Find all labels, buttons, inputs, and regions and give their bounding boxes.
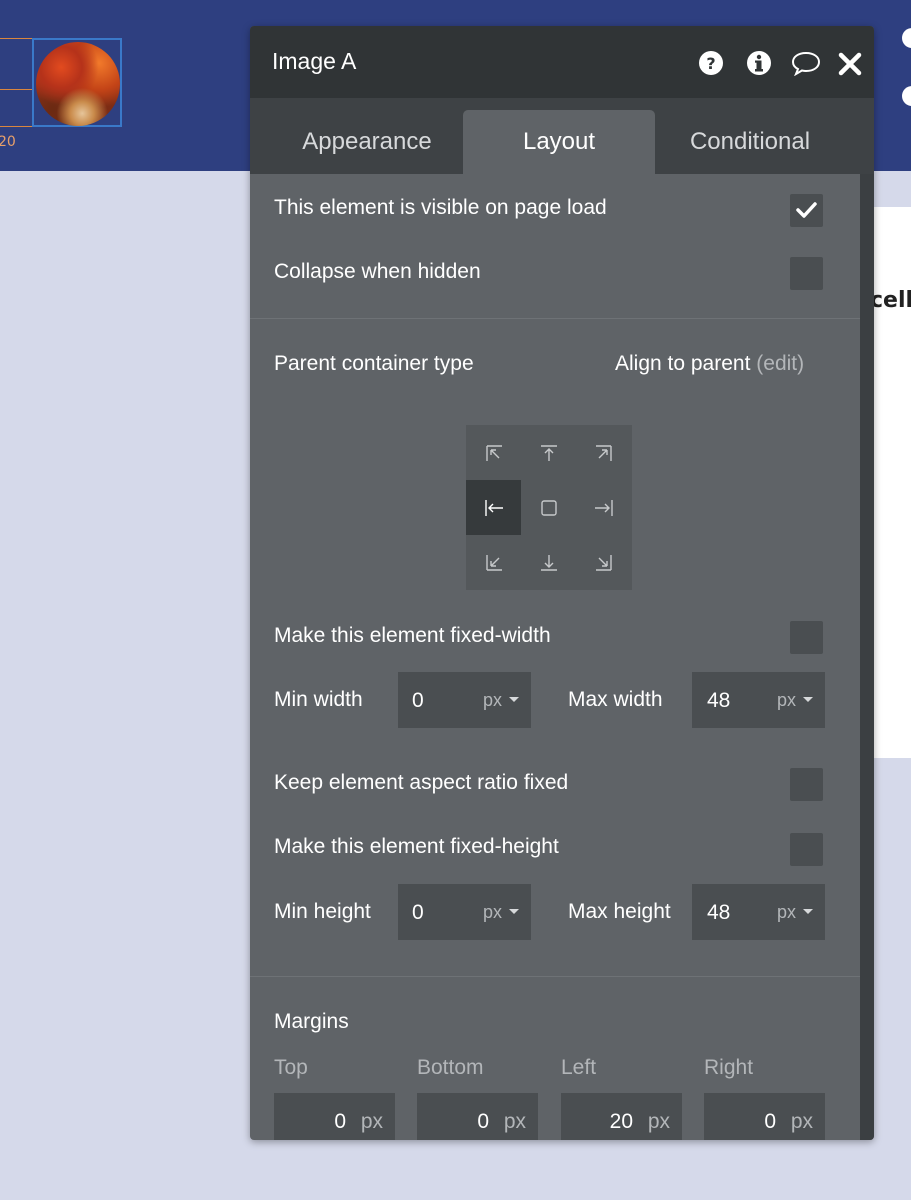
margin-right-value: 0 [764, 1110, 776, 1133]
max-height-input[interactable]: 48 px [692, 884, 825, 940]
edit-link[interactable]: (edit) [756, 352, 804, 375]
panel-title: Image A [272, 48, 357, 74]
comment-icon[interactable] [790, 50, 822, 77]
chevron-down-icon[interactable] [803, 697, 813, 702]
autumn-image-thumbnail [36, 42, 120, 126]
info-icon[interactable] [746, 50, 772, 76]
fixed-width-checkbox[interactable] [790, 621, 823, 654]
margin-left-value: 20 [609, 1110, 633, 1133]
selected-image-element[interactable] [32, 38, 122, 127]
svg-text:?: ? [706, 54, 715, 73]
align-to-parent-text: Align to parent [615, 352, 751, 375]
max-height-value: 48 [707, 901, 731, 924]
align-center-left-icon[interactable] [466, 480, 521, 535]
max-height-unit[interactable]: px [777, 902, 796, 923]
margin-bottom-label: Bottom [417, 1056, 484, 1079]
align-bottom-left-icon[interactable] [466, 535, 521, 590]
close-icon[interactable] [838, 50, 864, 76]
property-editor-panel: Image A ? Appearance Layout Conditional … [250, 26, 874, 1140]
min-width-value: 0 [412, 689, 424, 712]
help-icon[interactable]: ? [698, 50, 724, 76]
margin-indicator-line [0, 89, 33, 90]
collapse-when-hidden-label: Collapse when hidden [274, 260, 481, 283]
margin-right-unit: px [790, 1110, 813, 1133]
margin-left-unit: px [647, 1110, 670, 1133]
min-width-input[interactable]: 0 px [398, 672, 531, 728]
margin-left-input[interactable]: 20 px [561, 1093, 682, 1140]
margin-top-input[interactable]: 0 px [274, 1093, 395, 1140]
chevron-down-icon[interactable] [803, 909, 813, 914]
parent-container-type-label: Parent container type [274, 352, 474, 375]
margin-bottom-value: 0 [477, 1110, 489, 1133]
margin-indicator-label: 20 [0, 134, 16, 150]
margin-top-label: Top [274, 1056, 308, 1079]
margin-bottom-unit: px [503, 1110, 526, 1133]
max-width-input[interactable]: 48 px [692, 672, 825, 728]
min-height-input[interactable]: 0 px [398, 884, 531, 940]
checkmark-icon [796, 202, 817, 218]
align-bottom-center-icon[interactable] [521, 535, 576, 590]
margin-top-value: 0 [334, 1110, 346, 1133]
margin-right-label: Right [704, 1056, 754, 1079]
section-divider [250, 318, 860, 319]
aspect-ratio-label: Keep element aspect ratio fixed [274, 771, 569, 794]
margin-left-label: Left [561, 1056, 597, 1079]
aspect-ratio-checkbox[interactable] [790, 768, 823, 801]
visible-on-load-checkbox[interactable] [790, 194, 823, 227]
min-height-unit[interactable]: px [483, 902, 502, 923]
min-height-value: 0 [412, 901, 424, 924]
visible-on-load-label: This element is visible on page load [274, 196, 607, 219]
min-width-label: Min width [274, 688, 363, 711]
section-divider [250, 976, 860, 977]
align-to-parent-label[interactable]: Align to parent (edit) [615, 352, 804, 376]
min-height-label: Min height [274, 900, 371, 923]
panel-header[interactable]: Image A ? [250, 26, 874, 98]
alignment-grid [466, 425, 632, 590]
panel-scrollbar[interactable] [860, 174, 874, 1140]
max-width-label: Max width [568, 688, 663, 711]
canvas-card-text: cell [870, 288, 911, 313]
max-height-label: Max height [568, 900, 671, 923]
margin-right-input[interactable]: 0 px [704, 1093, 825, 1140]
align-top-center-icon[interactable] [521, 425, 576, 480]
margin-top-unit: px [360, 1110, 383, 1133]
max-width-value: 48 [707, 689, 731, 712]
tab-layout[interactable]: Layout [463, 110, 655, 174]
min-width-unit[interactable]: px [483, 690, 502, 711]
tab-conditional[interactable]: Conditional [654, 110, 846, 174]
margins-label: Margins [274, 1010, 349, 1033]
fixed-height-checkbox[interactable] [790, 833, 823, 866]
align-center-right-icon[interactable] [576, 480, 631, 535]
collapse-when-hidden-checkbox[interactable] [790, 257, 823, 290]
tab-appearance[interactable]: Appearance [271, 110, 463, 174]
align-bottom-right-icon[interactable] [576, 535, 631, 590]
align-top-left-icon[interactable] [466, 425, 521, 480]
chevron-down-icon[interactable] [509, 909, 519, 914]
fixed-width-label: Make this element fixed-width [274, 624, 551, 647]
align-center-icon[interactable] [521, 480, 576, 535]
fixed-height-label: Make this element fixed-height [274, 835, 559, 858]
tab-bar: Appearance Layout Conditional [250, 98, 874, 174]
align-top-right-icon[interactable] [576, 425, 631, 480]
margin-bottom-input[interactable]: 0 px [417, 1093, 538, 1140]
max-width-unit[interactable]: px [777, 690, 796, 711]
chevron-down-icon[interactable] [509, 697, 519, 702]
